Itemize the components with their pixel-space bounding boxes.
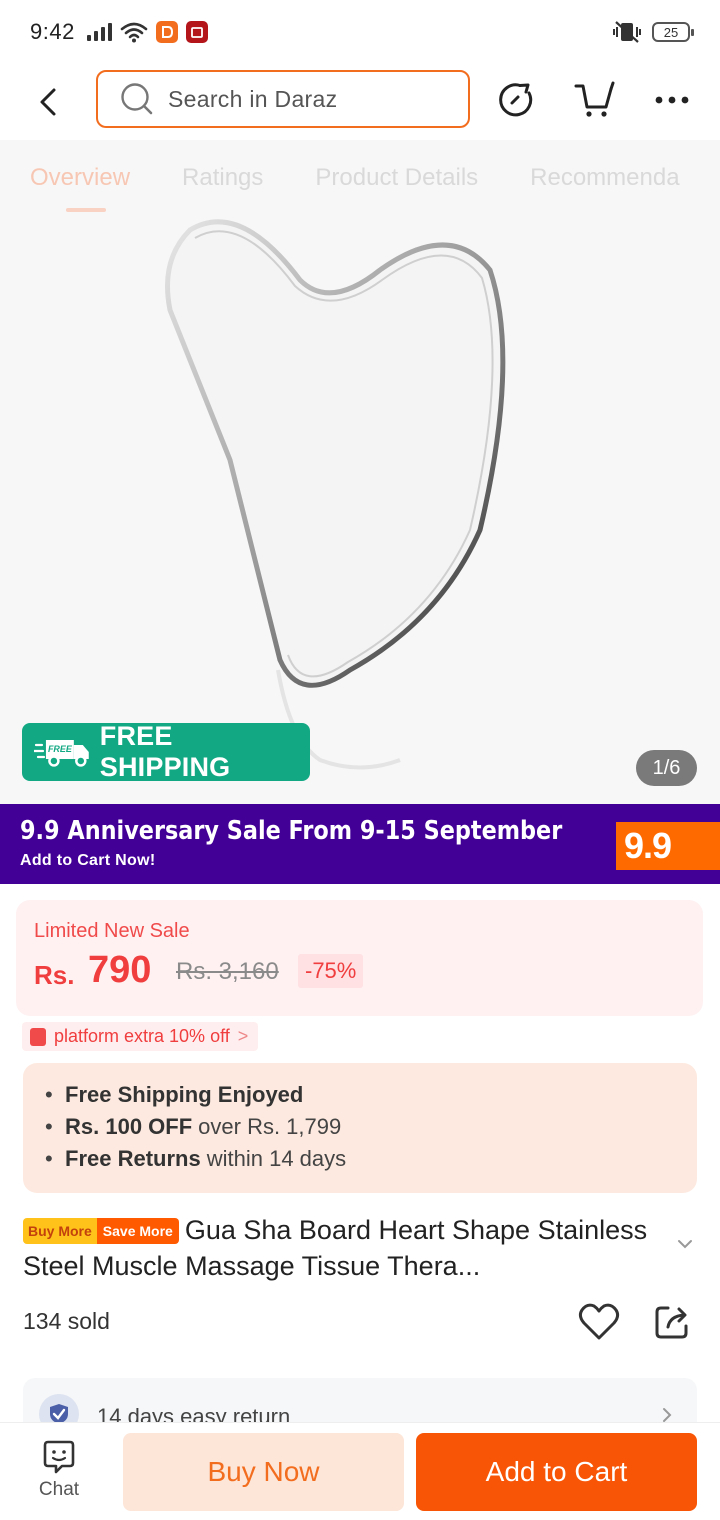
tag-right: Save More [96, 1218, 179, 1244]
image-counter: 1/6 [636, 750, 697, 786]
banner-title: 9.9 Anniversary Sale From 9-15 September [20, 816, 563, 846]
notification-app-icon [185, 21, 208, 43]
cart-button[interactable] [572, 78, 616, 122]
delivery-truck-icon: FREE [34, 740, 89, 767]
perk-item: • Rs. 100 OFF over Rs. 1,799 [45, 1111, 697, 1143]
battery-icon: 25 [652, 22, 694, 42]
status-bar: 9:42 25 [0, 0, 720, 64]
tab-overview[interactable]: Overview [30, 164, 130, 212]
battery-level: 25 [663, 24, 679, 40]
perk-text: over Rs. 1,799 [198, 1114, 342, 1139]
signal-icon [86, 23, 112, 41]
perk-item: • Free Returns within 14 days [45, 1143, 697, 1175]
add-to-cart-button[interactable]: Add to Cart [416, 1433, 697, 1511]
promo-banner[interactable]: 9.9 Anniversary Sale From 9-15 September… [0, 804, 720, 884]
perk-bold: Rs. 100 OFF [65, 1114, 193, 1139]
status-right: 25 [612, 20, 694, 44]
cart-icon [574, 81, 615, 117]
chevron-down-icon[interactable] [676, 1238, 694, 1250]
product-title[interactable]: Buy More Save More Gua Sha Board Heart S… [23, 1212, 673, 1284]
chat-label: Chat [38, 1479, 80, 1500]
original-price: Rs. 3,160 [176, 958, 279, 985]
search-placeholder: Search in Daraz [168, 85, 338, 112]
banner-subtitle: Add to Cart Now! [20, 852, 156, 869]
bottom-action-bar: Chat Buy Now Add to Cart [0, 1422, 720, 1520]
history-button[interactable] [496, 78, 540, 122]
tab-recommendations[interactable]: Recommenda [530, 164, 679, 192]
product-image [165, 219, 506, 770]
bullet-icon: • [45, 1114, 53, 1139]
search-input[interactable]: Search in Daraz [96, 70, 470, 128]
heart-icon[interactable] [578, 1302, 620, 1342]
back-button[interactable] [0, 64, 96, 140]
free-shipping-label: FREE SHIPPING [99, 721, 231, 782]
history-icon [499, 83, 533, 117]
voucher-icon [30, 1027, 46, 1046]
perk-bold: Free Shipping Enjoyed [65, 1082, 304, 1107]
current-price: 790 [88, 949, 152, 991]
chat-button[interactable]: Chat [28, 1439, 90, 1501]
price-currency: Rs. [34, 960, 75, 990]
price-card: Limited New Sale Rs. 790 Rs. 3,160 -75% [16, 900, 703, 1016]
back-arrow-icon [40, 88, 56, 116]
buy-now-button[interactable]: Buy Now [123, 1433, 404, 1511]
more-button[interactable] [650, 78, 694, 122]
perk-item: • Free Shipping Enjoyed [45, 1079, 697, 1111]
free-icon-text: FREE [48, 744, 73, 754]
platform-voucher[interactable]: platform extra 10% off > [22, 1022, 259, 1051]
sold-count: 134 sold [23, 1308, 110, 1334]
perk-bold: Free Returns [65, 1146, 201, 1171]
buy-more-save-more-tag: Buy More Save More [23, 1218, 179, 1244]
bullet-icon: • [45, 1146, 53, 1171]
product-gallery[interactable]: Overview Ratings Product Details Recomme… [0, 140, 720, 804]
voucher-label: platform extra 10% off [54, 1026, 230, 1046]
tab-ratings[interactable]: Ratings [182, 164, 263, 192]
discount-badge: -75% [298, 954, 364, 988]
bullet-icon: • [45, 1082, 53, 1107]
search-icon [121, 83, 153, 115]
sale-label: Limited New Sale [34, 920, 190, 942]
perk-text: within 14 days [206, 1146, 347, 1171]
top-nav: Search in Daraz [0, 64, 720, 140]
free-shipping-badge: FREE FREE SHIPPING [22, 721, 310, 782]
status-time: 9:42 [30, 19, 75, 44]
tag-left: Buy More [23, 1218, 97, 1244]
chevron-right-icon: > [237, 1026, 249, 1046]
status-icons [86, 21, 208, 43]
banner-badge: 9.9 [616, 822, 720, 870]
vibrate-icon [613, 21, 641, 43]
perks-box: • Free Shipping Enjoyed • Rs. 100 OFF ov… [23, 1063, 697, 1193]
chat-icon [43, 1440, 75, 1474]
tab-product-details[interactable]: Product Details [315, 164, 478, 192]
share-icon[interactable] [652, 1302, 692, 1342]
wifi-icon [120, 22, 148, 43]
daraz-app-icon [155, 21, 178, 43]
more-icon [655, 96, 689, 104]
